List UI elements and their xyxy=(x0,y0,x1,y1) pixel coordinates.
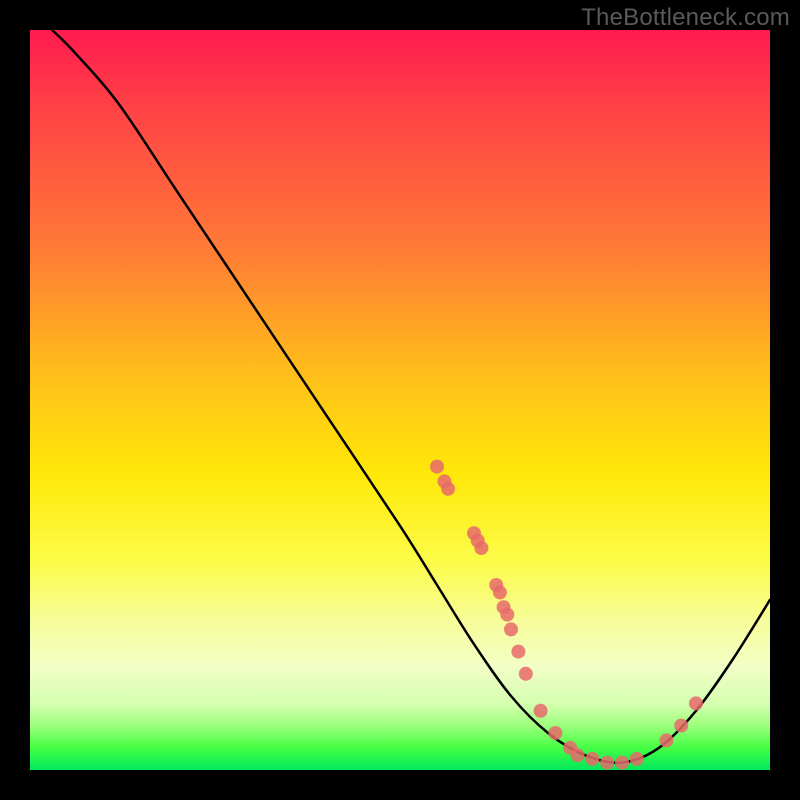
data-point xyxy=(511,645,525,659)
data-point xyxy=(548,726,562,740)
bottleneck-curve xyxy=(52,30,770,763)
data-point xyxy=(585,752,599,766)
watermark-text: TheBottleneck.com xyxy=(581,4,790,32)
plot-svg xyxy=(30,30,770,770)
data-point xyxy=(441,482,455,496)
data-point xyxy=(504,622,518,636)
data-point xyxy=(571,748,585,762)
data-point xyxy=(630,752,644,766)
data-point xyxy=(500,608,514,622)
data-point xyxy=(493,585,507,599)
data-point xyxy=(534,704,548,718)
data-point xyxy=(474,541,488,555)
data-point xyxy=(674,719,688,733)
data-point xyxy=(519,667,533,681)
data-point xyxy=(689,696,703,710)
data-point xyxy=(600,756,614,770)
chart-container: TheBottleneck.com xyxy=(0,0,800,800)
plot-area xyxy=(30,30,770,770)
data-points-group xyxy=(430,460,703,770)
data-point xyxy=(430,460,444,474)
data-point xyxy=(615,756,629,770)
data-point xyxy=(659,733,673,747)
